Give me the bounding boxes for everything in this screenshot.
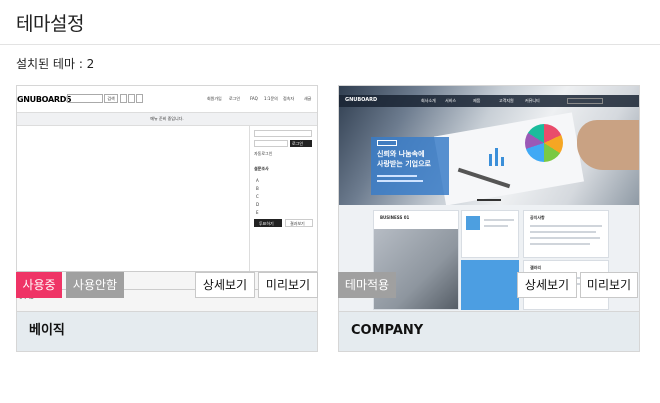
theme-name-company: COMPANY <box>338 312 640 352</box>
preview-card <box>461 210 519 258</box>
theme-detail-button[interactable]: 상세보기 <box>195 272 255 298</box>
preview-poll-option: C <box>256 194 259 199</box>
preview-icon-button <box>136 94 143 103</box>
gallery-label: 갤러리 <box>530 265 542 270</box>
preview-search-field <box>67 94 103 103</box>
notice-line <box>530 231 596 233</box>
preview-menu-item: 새글 <box>304 96 312 101</box>
preview-notice-box: 공지사항 <box>523 210 609 258</box>
preview-poll-option: E <box>256 210 259 215</box>
business-label: BUSINESS 01 <box>380 215 410 220</box>
preview-poll-option: B <box>256 186 259 191</box>
theme-in-use-button[interactable]: 사용중 <box>16 272 62 298</box>
preview-search-field <box>567 98 603 104</box>
installed-theme-count: 설치된 테마 : 2 <box>16 57 95 71</box>
promo-subtext <box>377 180 423 182</box>
preview-menu-item: 1:1문의 <box>264 96 278 101</box>
preview-menu-item: 커뮤니티 <box>525 98 540 103</box>
preview-nav-bar: GNUBOARD 회사소개 서비스 제품 고객지원 커뮤니티 <box>339 95 639 107</box>
page-title: 테마설정 <box>16 13 84 35</box>
card-text-line <box>484 225 508 227</box>
theme-name-basic: 베이직 <box>16 312 318 352</box>
notice-line <box>530 225 602 227</box>
preview-menu-item: 접속자 <box>283 96 295 101</box>
preview-menu-item: 로그인 <box>229 96 241 101</box>
theme-card-basic: GNUBOARD5 검색 회원가입 로그인 FAQ 1:1문의 접속자 새글 메… <box>16 85 318 352</box>
promo-tag <box>377 140 397 146</box>
preview-logo: GNUBOARD5 <box>17 95 72 104</box>
pie-chart-graphic <box>525 124 563 162</box>
card-image <box>466 216 480 230</box>
preview-gift-card <box>461 260 519 310</box>
preview-poll-title: 설문조사 <box>254 166 269 171</box>
slider-indicator <box>477 199 501 201</box>
promo-line: 신뢰와 나눔속에 <box>377 150 425 158</box>
preview-promo-box: 신뢰와 나눔속에 사랑받는 기업으로 <box>371 137 449 195</box>
preview-sidebar: 로그인 자동로그인 설문조사 A B C D E 투표하기 결과보기 <box>249 126 317 271</box>
preview-notice-bar: 메뉴 준비 중입니다. <box>17 112 317 126</box>
preview-main-area <box>17 126 249 271</box>
preview-id-field <box>254 130 312 137</box>
preview-menu-item: 회사소개 <box>421 98 436 103</box>
notice-line <box>530 237 600 239</box>
preview-icon-button <box>120 94 127 103</box>
preview-password-field <box>254 140 288 147</box>
preview-icon-button <box>128 94 135 103</box>
bar-graphic <box>489 154 492 166</box>
preview-search-button: 검색 <box>104 94 118 103</box>
preview-document-graphic <box>433 112 585 205</box>
theme-apply-button[interactable]: 테마적용 <box>338 272 396 298</box>
theme-preview-button[interactable]: 미리보기 <box>580 272 638 298</box>
promo-line: 사랑받는 기업으로 <box>377 160 431 168</box>
theme-card-company: GNUBOARD 회사소개 서비스 제품 고객지원 커뮤니티 신뢰와 나눔속에 … <box>338 85 640 352</box>
bar-graphic <box>501 157 504 166</box>
preview-poll-option: A <box>256 178 259 183</box>
preview-result-label: 결과보기 <box>290 221 305 226</box>
hand-graphic <box>577 120 639 170</box>
theme-preview-button[interactable]: 미리보기 <box>258 272 318 298</box>
preview-hero-image: GNUBOARD 회사소개 서비스 제품 고객지원 커뮤니티 신뢰와 나눔속에 … <box>339 86 639 205</box>
notice-line <box>530 243 590 245</box>
promo-subtext <box>377 175 417 177</box>
title-divider <box>0 44 660 45</box>
bar-graphic <box>495 148 498 166</box>
notice-label: 공지사항 <box>530 215 545 220</box>
theme-deactivate-button[interactable]: 사용안함 <box>66 272 124 298</box>
theme-detail-button[interactable]: 상세보기 <box>517 272 577 298</box>
preview-menu-item: 서비스 <box>445 98 457 103</box>
preview-menu-item: 고객지원 <box>499 98 514 103</box>
preview-menu-item: 제품 <box>473 98 481 103</box>
card-text-line <box>484 219 514 221</box>
preview-header: GNUBOARD5 검색 회원가입 로그인 FAQ 1:1문의 접속자 새글 <box>17 86 317 112</box>
preview-vote-label: 투표하기 <box>259 221 274 226</box>
preview-menu-item: 회원가입 <box>207 96 222 101</box>
preview-menu-item: FAQ <box>250 96 258 101</box>
preview-poll-option: D <box>256 202 260 207</box>
preview-logo: GNUBOARD <box>345 97 378 103</box>
preview-auto-login: 자동로그인 <box>254 151 273 156</box>
preview-login-label: 로그인 <box>292 141 304 146</box>
